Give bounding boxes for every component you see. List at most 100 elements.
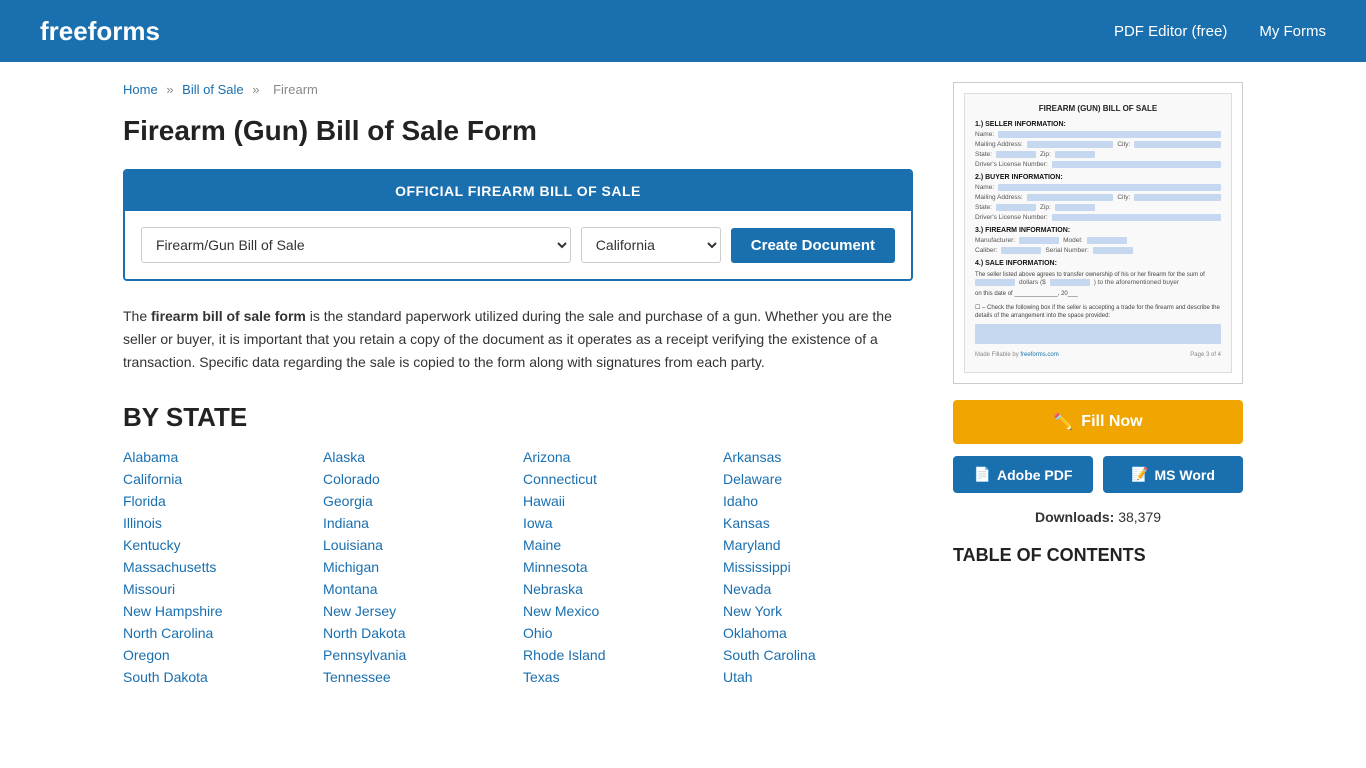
doc-field-label: Name: bbox=[975, 131, 994, 138]
logo[interactable]: freeforms bbox=[40, 16, 160, 47]
doc-field-row: dollars ($ ) to the aforementioned buyer bbox=[975, 279, 1221, 286]
state-link[interactable]: New Jersey bbox=[323, 603, 513, 619]
doc-field-box bbox=[1052, 214, 1221, 221]
state-link[interactable]: Illinois bbox=[123, 515, 313, 531]
doc-field-box bbox=[998, 131, 1221, 138]
breadcrumb-home[interactable]: Home bbox=[123, 82, 158, 97]
logo-free: free bbox=[40, 16, 88, 46]
doc-footer-page: Page 3 of 4 bbox=[1190, 352, 1221, 358]
adobe-pdf-button[interactable]: 📄 Adobe PDF bbox=[953, 456, 1093, 493]
state-link[interactable]: Nebraska bbox=[523, 581, 713, 597]
state-link[interactable]: Connecticut bbox=[523, 471, 713, 487]
state-link[interactable]: Alabama bbox=[123, 449, 313, 465]
fill-now-button[interactable]: ✏️ Fill Now bbox=[953, 400, 1243, 444]
state-link[interactable]: Texas bbox=[523, 669, 713, 685]
state-link[interactable]: Kansas bbox=[723, 515, 913, 531]
state-link[interactable]: Iowa bbox=[523, 515, 713, 531]
state-link[interactable]: Delaware bbox=[723, 471, 913, 487]
state-link[interactable]: Pennsylvania bbox=[323, 647, 513, 663]
doc-field-label: City: bbox=[1117, 194, 1130, 201]
doc-field-box bbox=[996, 151, 1036, 158]
state-link[interactable]: Missouri bbox=[123, 581, 313, 597]
state-link[interactable]: Maryland bbox=[723, 537, 913, 553]
state-link[interactable]: Georgia bbox=[323, 493, 513, 509]
ms-word-button[interactable]: 📝 MS Word bbox=[1103, 456, 1243, 493]
download-buttons: 📄 Adobe PDF 📝 MS Word bbox=[953, 456, 1243, 493]
state-link[interactable]: Arizona bbox=[523, 449, 713, 465]
doc-field-label: State: bbox=[975, 151, 992, 158]
doc-trade-text: ☐ – Check the following box if the selle… bbox=[975, 304, 1221, 321]
state-link[interactable]: Arkansas bbox=[723, 449, 913, 465]
form-type-select[interactable]: Firearm/Gun Bill of Sale Bill of Sale Ve… bbox=[141, 227, 571, 263]
doc-field-box bbox=[1027, 194, 1114, 201]
state-link[interactable]: Minnesota bbox=[523, 559, 713, 575]
doc-section-firearm: 3.) FIREARM INFORMATION: bbox=[975, 227, 1221, 234]
state-link[interactable]: Idaho bbox=[723, 493, 913, 509]
downloads-text: Downloads: 38,379 bbox=[953, 509, 1243, 525]
state-link[interactable]: Rhode Island bbox=[523, 647, 713, 663]
state-link[interactable]: New Hampshire bbox=[123, 603, 313, 619]
doc-section-seller: 1.) SELLER INFORMATION: bbox=[975, 121, 1221, 128]
state-link[interactable]: Oklahoma bbox=[723, 625, 913, 641]
sidebar: FIREARM (GUN) BILL OF SALE 1.) SELLER IN… bbox=[953, 82, 1243, 685]
doc-field-row: State: Zip: bbox=[975, 204, 1221, 211]
doc-field-box bbox=[1019, 237, 1059, 244]
state-link[interactable]: South Carolina bbox=[723, 647, 913, 663]
doc-sale-text: The seller listed above agrees to transf… bbox=[975, 271, 1221, 279]
by-state-title: BY STATE bbox=[123, 402, 913, 433]
doc-field-label: Zip: bbox=[1040, 151, 1051, 158]
state-link[interactable]: Utah bbox=[723, 669, 913, 685]
word-icon: 📝 bbox=[1131, 466, 1148, 483]
doc-footer-link[interactable]: freeforms.com bbox=[1020, 352, 1058, 358]
state-link[interactable]: Hawaii bbox=[523, 493, 713, 509]
doc-field-label: Manufacturer: bbox=[975, 237, 1015, 244]
doc-field-row: Name: bbox=[975, 184, 1221, 191]
create-document-button[interactable]: Create Document bbox=[731, 228, 895, 263]
state-link[interactable]: North Dakota bbox=[323, 625, 513, 641]
breadcrumb-current: Firearm bbox=[273, 82, 318, 97]
logo-forms: forms bbox=[88, 16, 160, 46]
state-link[interactable]: New Mexico bbox=[523, 603, 713, 619]
doc-field-row: Driver's License Number: bbox=[975, 214, 1221, 221]
breadcrumb-bill-of-sale[interactable]: Bill of Sale bbox=[182, 82, 243, 97]
toc-title: TABLE OF CONTENTS bbox=[953, 545, 1243, 566]
doc-field-label: Mailing Address: bbox=[975, 141, 1023, 148]
doc-preview: FIREARM (GUN) BILL OF SALE 1.) SELLER IN… bbox=[953, 82, 1243, 384]
state-link[interactable]: Kentucky bbox=[123, 537, 313, 553]
fill-icon: ✏️ bbox=[1053, 412, 1073, 432]
doc-field-box bbox=[1027, 141, 1114, 148]
state-link[interactable]: Colorado bbox=[323, 471, 513, 487]
pdf-editor-link[interactable]: PDF Editor (free) bbox=[1114, 23, 1227, 40]
state-link[interactable]: Alaska bbox=[323, 449, 513, 465]
state-link[interactable]: Massachusetts bbox=[123, 559, 313, 575]
state-link[interactable]: Michigan bbox=[323, 559, 513, 575]
doc-field-box bbox=[1093, 247, 1133, 254]
doc-field-label: Model: bbox=[1063, 237, 1083, 244]
state-link[interactable]: North Carolina bbox=[123, 625, 313, 641]
desc-part1: The bbox=[123, 308, 151, 324]
doc-field-box bbox=[1052, 161, 1221, 168]
doc-field-label: dollars ($ bbox=[1019, 279, 1046, 286]
state-link[interactable]: Tennessee bbox=[323, 669, 513, 685]
state-select[interactable]: California Alabama Alaska Arizona Colora… bbox=[581, 227, 721, 263]
state-link[interactable]: Oregon bbox=[123, 647, 313, 663]
description: The firearm bill of sale form is the sta… bbox=[123, 305, 913, 374]
state-link[interactable]: Florida bbox=[123, 493, 313, 509]
doc-field-box bbox=[1055, 204, 1095, 211]
my-forms-link[interactable]: My Forms bbox=[1259, 23, 1326, 40]
state-link[interactable]: Indiana bbox=[323, 515, 513, 531]
state-link[interactable]: Louisiana bbox=[323, 537, 513, 553]
state-link[interactable]: South Dakota bbox=[123, 669, 313, 685]
doc-field-row: Mailing Address: City: bbox=[975, 141, 1221, 148]
state-link[interactable]: Ohio bbox=[523, 625, 713, 641]
state-link[interactable]: Mississippi bbox=[723, 559, 913, 575]
breadcrumb: Home » Bill of Sale » Firearm bbox=[123, 82, 913, 97]
doc-preview-inner: FIREARM (GUN) BILL OF SALE 1.) SELLER IN… bbox=[964, 93, 1232, 373]
state-link[interactable]: Nevada bbox=[723, 581, 913, 597]
state-link[interactable]: Montana bbox=[323, 581, 513, 597]
doc-field-label: Driver's License Number: bbox=[975, 214, 1048, 221]
state-link[interactable]: California bbox=[123, 471, 313, 487]
state-link[interactable]: Maine bbox=[523, 537, 713, 553]
state-link[interactable]: New York bbox=[723, 603, 913, 619]
state-grid: Alabama Alaska Arizona Arkansas Californ… bbox=[123, 449, 913, 685]
